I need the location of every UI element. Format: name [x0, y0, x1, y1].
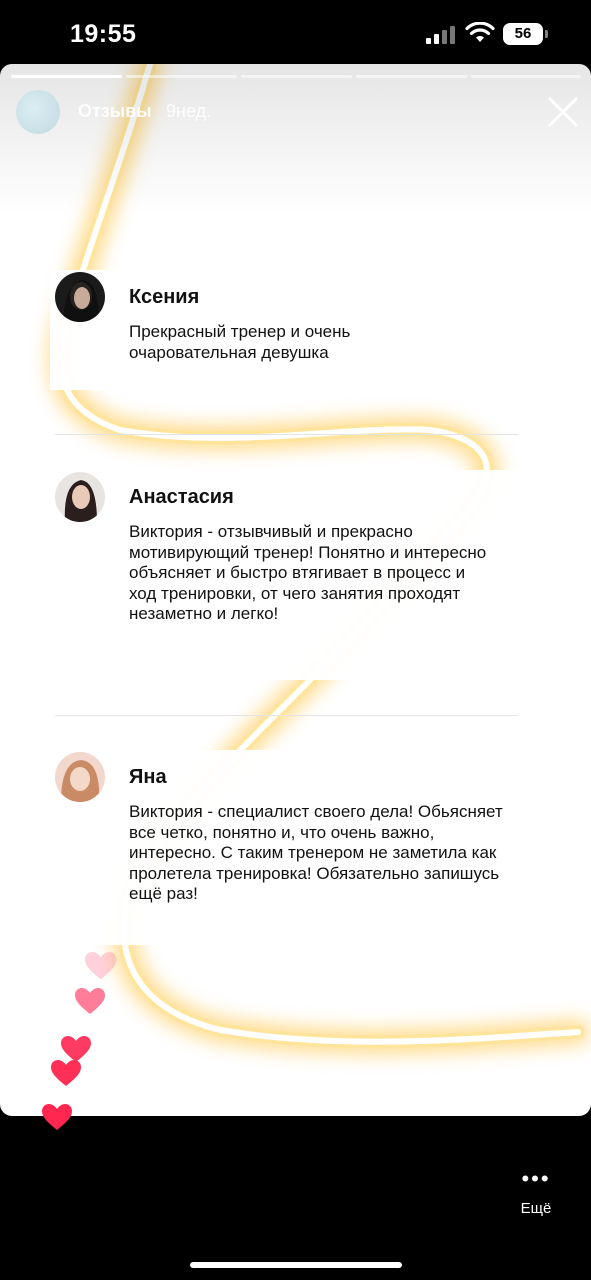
more-button[interactable]: ••• Ещё [510, 1168, 562, 1228]
heart-icon [61, 1036, 91, 1062]
more-label: Ещё [520, 1200, 552, 1217]
heart-icon [42, 1104, 72, 1130]
more-dots-icon: ••• [521, 1166, 551, 1191]
home-indicator[interactable] [190, 1262, 402, 1268]
heart-icon [51, 1060, 81, 1086]
heart-icon [85, 952, 117, 980]
heart-icon [75, 988, 105, 1014]
reaction-hearts [42, 952, 117, 1130]
